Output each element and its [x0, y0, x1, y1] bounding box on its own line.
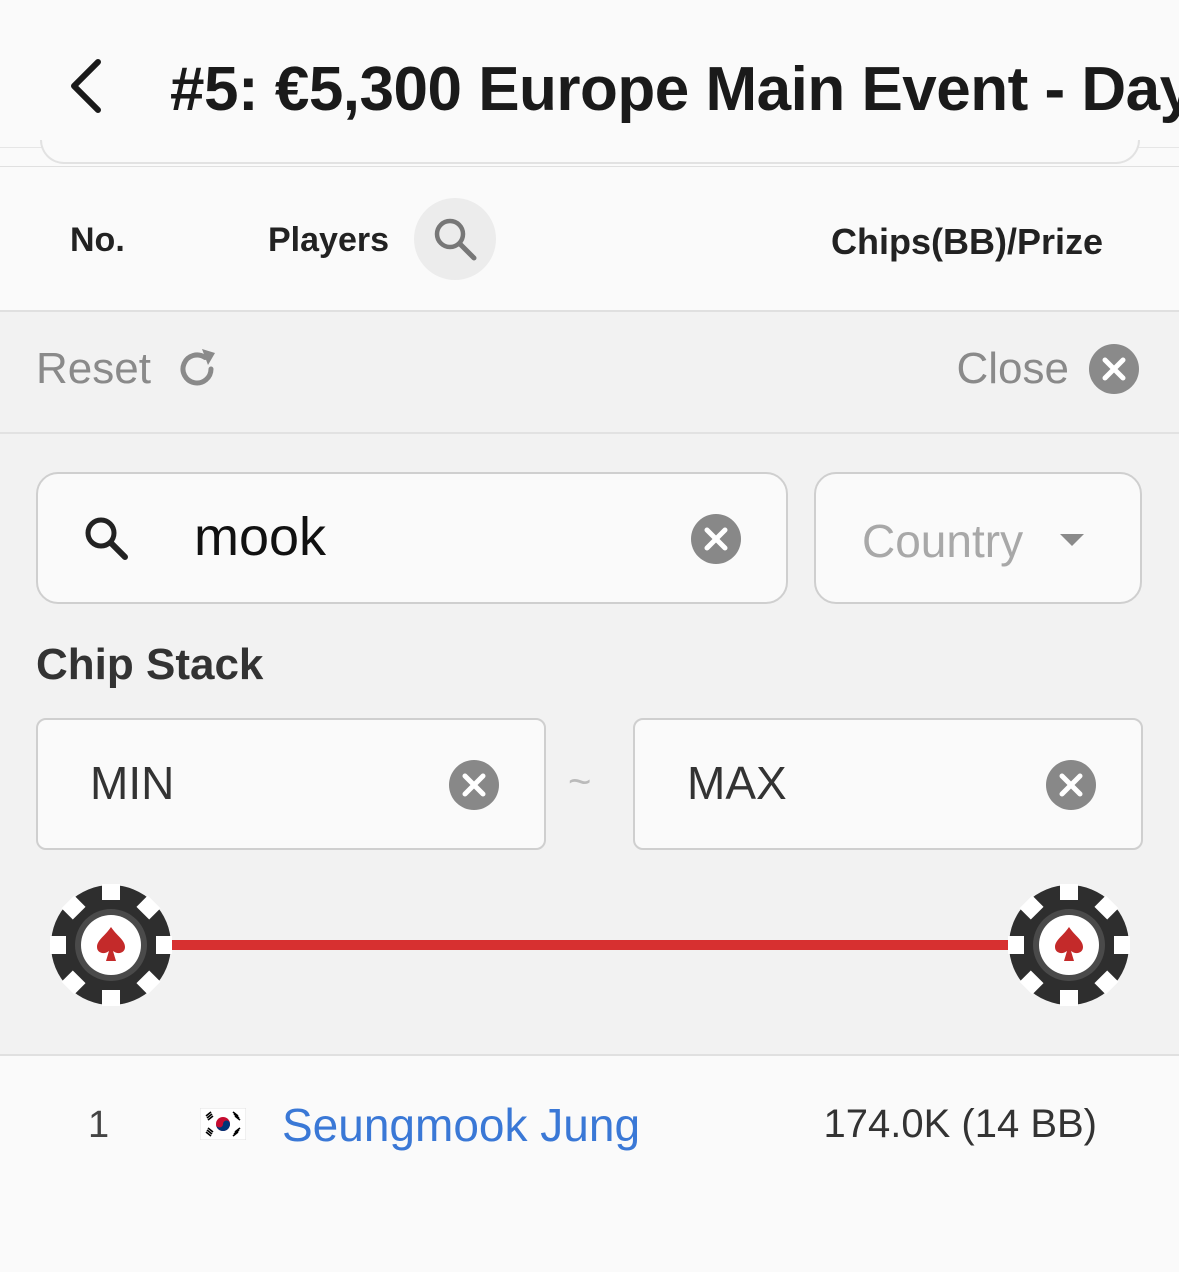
player-search-button[interactable]	[414, 198, 496, 280]
poker-chip-min-handle-icon[interactable]	[50, 884, 172, 1006]
filter-panel: Reset Close mook Country Chip Stack MIN …	[0, 312, 1179, 1056]
table-header: No. Players Chips(BB)/Prize	[0, 166, 1179, 312]
country-select[interactable]: Country	[814, 472, 1142, 604]
reset-button[interactable]: Reset	[36, 344, 219, 394]
chip-range-slider-track[interactable]	[110, 940, 1068, 950]
player-name-link[interactable]: Seungmook Jung	[282, 1098, 640, 1152]
player-rank: 1	[88, 1104, 110, 1146]
country-placeholder: Country	[862, 515, 1024, 567]
chip-stack-heading: Chip Stack	[36, 640, 264, 689]
back-button[interactable]	[56, 50, 116, 122]
column-players[interactable]: Players	[268, 221, 389, 260]
search-icon	[85, 517, 128, 560]
column-no: No.	[70, 221, 125, 259]
page-title: #5: €5,300 Europe Main Event - Day3	[170, 55, 1179, 124]
app-header: #5: €5,300 Europe Main Event - Day3	[0, 0, 1179, 148]
caret-down-icon	[1060, 534, 1084, 546]
player-chips: 174.0K (14 BB)	[823, 1102, 1098, 1146]
clear-min-icon[interactable]	[448, 759, 500, 811]
close-button[interactable]: Close	[956, 344, 1139, 394]
filter-toolbar: Reset Close	[0, 312, 1179, 434]
table-row[interactable]: 1 Seungmook Jung 174.0K (14 BB)	[0, 1058, 1179, 1192]
poker-chip-max-handle-icon[interactable]	[1008, 884, 1130, 1006]
clear-max-icon[interactable]	[1045, 759, 1097, 811]
clear-search-icon[interactable]	[690, 513, 742, 565]
header-card-edge	[40, 140, 1140, 164]
close-label: Close	[956, 344, 1070, 393]
search-icon	[434, 218, 477, 261]
south-korea-flag-icon	[200, 1108, 246, 1140]
refresh-icon	[180, 349, 215, 386]
chevron-left-icon	[71, 59, 101, 113]
chip-min-input[interactable]: MIN	[36, 718, 546, 850]
range-separator: ~	[568, 760, 592, 804]
search-input-value: mook	[194, 507, 327, 567]
max-placeholder: MAX	[687, 757, 787, 809]
reset-label: Reset	[36, 344, 151, 393]
min-placeholder: MIN	[90, 757, 175, 809]
column-chips-prize: Chips(BB)/Prize	[830, 221, 1103, 262]
player-search-input[interactable]: mook	[36, 472, 788, 604]
close-circle-icon	[1089, 344, 1139, 394]
chip-max-input[interactable]: MAX	[633, 718, 1143, 850]
